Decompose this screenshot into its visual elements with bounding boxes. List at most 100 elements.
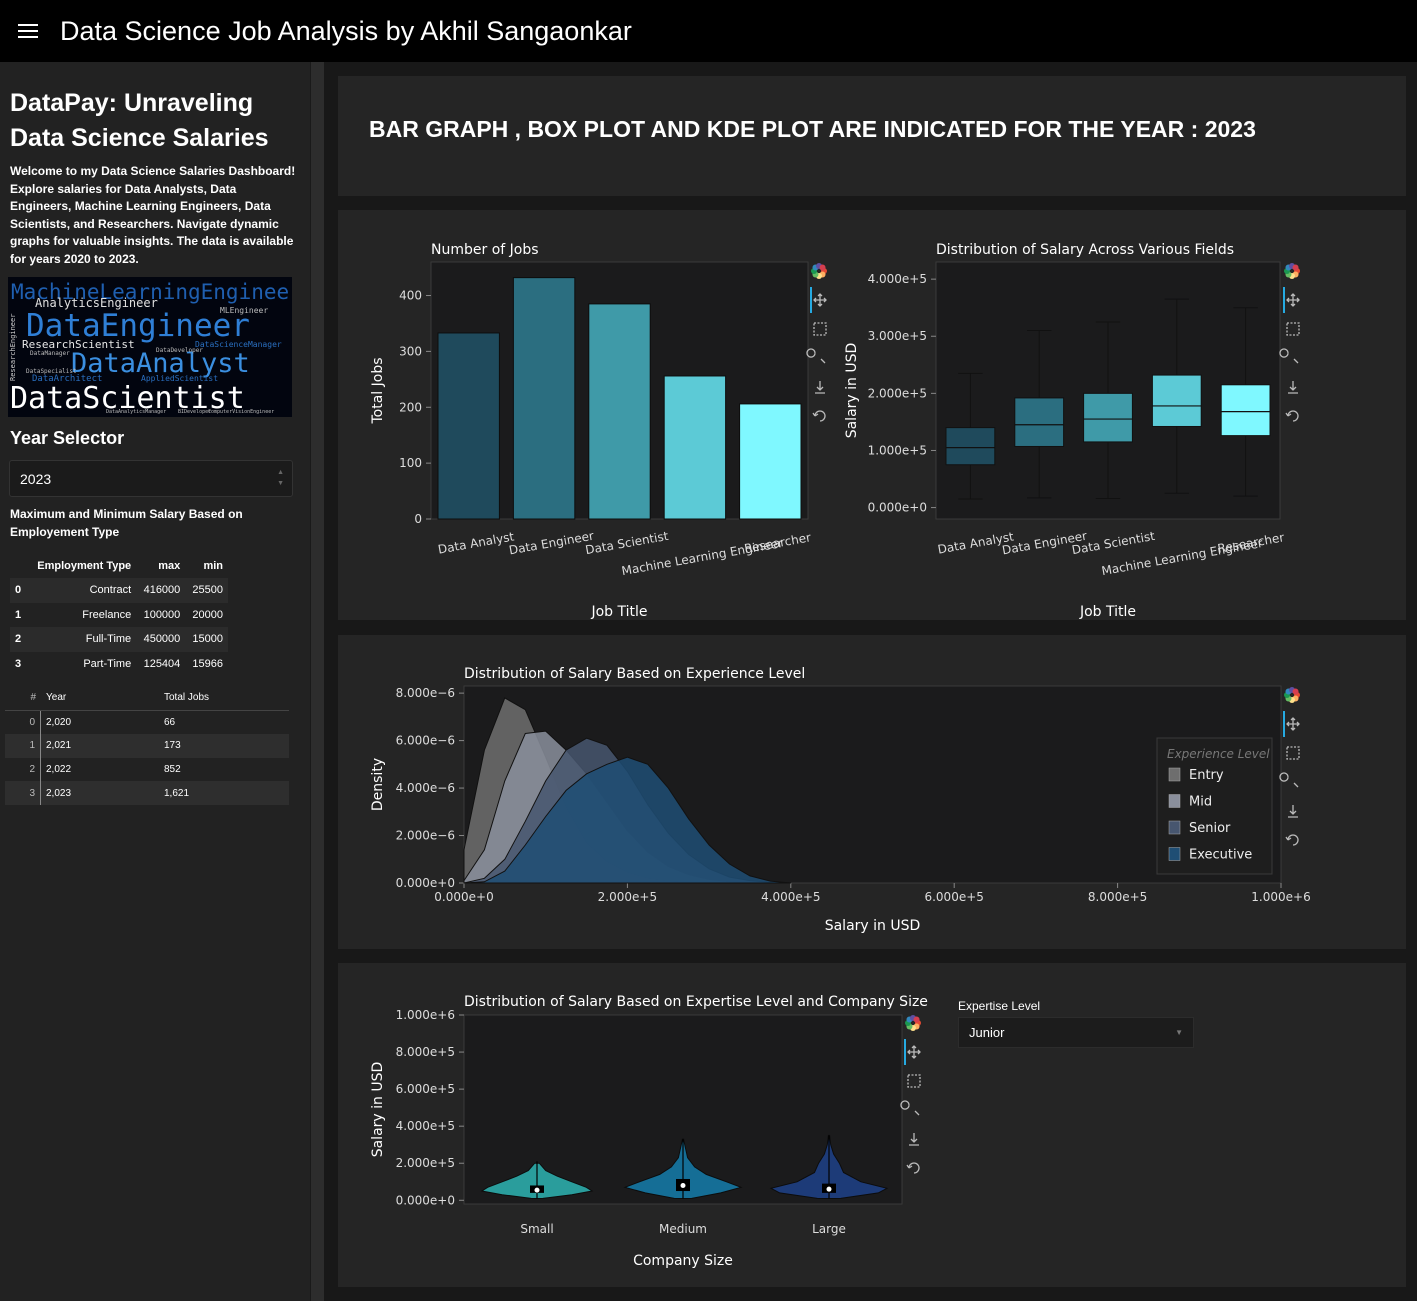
x-tick-label: Data Analyst <box>437 529 516 556</box>
x-tick-label: 2.000e+5 <box>598 890 657 904</box>
violin-median <box>680 1182 686 1188</box>
table-header: Employment Type <box>37 560 132 572</box>
bar-and-box-charts: Number of Jobs0100200300400Data AnalystD… <box>370 242 1300 620</box>
reset-icon <box>1285 410 1299 422</box>
bar <box>512 277 576 520</box>
table-cell: Full-Time <box>26 627 137 652</box>
bokeh-logo-icon <box>819 264 826 271</box>
reset-icon <box>906 1162 920 1174</box>
box <box>1220 384 1271 437</box>
table-cell: 125404 <box>143 657 181 670</box>
wordcloud-word: DataAnalyticsManager <box>106 409 167 415</box>
save-icon <box>815 381 825 394</box>
x-tick-label: Medium <box>659 1222 707 1236</box>
x-tick-label: 6.000e+5 <box>924 890 983 904</box>
chart-toolbar[interactable] <box>806 263 827 422</box>
legend-swatch <box>1168 847 1181 861</box>
table-cell: 852 <box>164 764 181 776</box>
y-tick-label: 400 <box>399 289 422 303</box>
x-tick-label: Data Engineer <box>508 529 595 558</box>
table-row[interactable]: 1 2,021 173 <box>5 734 289 758</box>
wheel-zoom-icon <box>1279 772 1299 788</box>
x-tick-label: 8.000e+5 <box>1088 890 1147 904</box>
table-cell: Part-Time <box>83 657 132 670</box>
table-header-row: # Year Total Jobs <box>5 686 289 710</box>
violin-median <box>534 1187 540 1193</box>
year-selector-input[interactable]: 2023 ▲ ▼ <box>9 460 293 497</box>
chart-toolbar[interactable] <box>1279 687 1300 846</box>
app-title: Data Science Job Analysis by Akhil Sanga… <box>60 15 632 46</box>
x-tick-label: Researcher <box>743 530 812 555</box>
box-zoom-icon <box>1286 746 1300 760</box>
box <box>945 427 996 466</box>
x-tick-label: 4.000e+5 <box>761 890 820 904</box>
bokeh-logo-icon <box>1292 264 1299 271</box>
kde-chart: Distribution of Salary Based on Experien… <box>370 666 1311 934</box>
save-icon <box>909 1133 919 1146</box>
table-row: 2 Full-Time 450000 15000 <box>10 627 228 652</box>
year-banner: BAR GRAPH , BOX PLOT AND KDE PLOT ARE IN… <box>338 76 1406 196</box>
app-header: Data Science Job Analysis by Akhil Sanga… <box>0 0 1417 62</box>
active-tool-indicator <box>810 287 812 313</box>
table-cell: 3 <box>15 657 22 670</box>
table-cell: 450000 <box>136 627 186 652</box>
x-tick-label: 1.000e+6 <box>1251 890 1310 904</box>
wordcloud-word: DataAnalyst <box>71 348 250 379</box>
table-row: 0 Contract 416000 25500 <box>10 578 228 603</box>
x-tick-label: 0.000e+0 <box>434 890 493 904</box>
expertise-level-label: Expertise Level <box>958 999 1041 1013</box>
box <box>1151 374 1202 427</box>
bokeh-logo-icon <box>1292 688 1299 695</box>
menu-icon[interactable] <box>18 20 38 42</box>
year-selector-label: Year Selector <box>10 428 125 448</box>
bokeh-logo-icon <box>913 1016 920 1023</box>
y-tick-label: 100 <box>399 456 422 470</box>
legend-swatch <box>1168 794 1181 808</box>
table-cell: 173 <box>164 740 181 752</box>
x-tick-label: Data Scientist <box>584 529 669 557</box>
legend-swatch <box>1168 820 1181 835</box>
bar <box>588 303 651 520</box>
y-tick-label: 2.000e+5 <box>868 386 927 400</box>
minmax-title: Maximum and Minimum Salary Based on Empl… <box>10 507 243 539</box>
box-zoom-icon <box>1286 322 1300 336</box>
y-tick-label: 0 <box>414 512 422 526</box>
table-cell: 1 <box>5 734 41 758</box>
y-tick-label: 2.000e−6 <box>396 829 455 843</box>
table-header: Total Jobs <box>164 692 210 704</box>
table-cell: 1,621 <box>164 787 190 799</box>
table-row[interactable]: 2 2,022 852 <box>5 757 289 782</box>
year-jobs-table: # Year Total Jobs 0 2,020 66 1 2,021 173… <box>5 686 289 805</box>
wordcloud-word: ResearchEngineer <box>9 313 17 381</box>
wheel-zoom-icon <box>900 1100 920 1116</box>
y-tick-label: 8.000e+5 <box>396 1045 455 1059</box>
legend-label: Mid <box>1189 795 1212 810</box>
employment-salary-table: Employment Type max min 0 Contract 41600… <box>10 554 228 676</box>
y-tick-label: 6.000e+5 <box>396 1082 455 1096</box>
box-zoom-icon <box>907 1074 921 1088</box>
year-spinner[interactable]: ▲ ▼ <box>277 467 284 489</box>
y-tick-label: 1.000e+6 <box>396 1008 455 1022</box>
sidebar-title: DataPay: Unraveling Data Science Salarie… <box>10 89 269 152</box>
sidebar-scrollbar[interactable] <box>310 62 324 1301</box>
table-header: # <box>30 692 36 704</box>
chart-toolbar[interactable] <box>1279 263 1300 422</box>
experience-kde-panel: Distribution of Salary Based on Experien… <box>338 635 1406 949</box>
table-cell: Contract <box>26 578 137 603</box>
y-tick-label: 4.000e−6 <box>396 781 455 795</box>
legend-label: Entry <box>1189 768 1224 783</box>
table-cell: 20000 <box>192 608 223 621</box>
y-tick-label: 4.000e+5 <box>396 1119 455 1133</box>
y-axis-label: Salary in USD <box>370 1062 386 1158</box>
table-row[interactable]: 0 2,020 66 <box>5 710 289 735</box>
expertise-level-select[interactable]: Junior ▼ <box>958 1017 1194 1048</box>
chart-title: Distribution of Salary Based on Expertis… <box>464 994 928 1010</box>
table-row[interactable]: 3 2,023 1,621 <box>5 781 289 805</box>
bar <box>739 403 802 520</box>
chart-toolbar[interactable] <box>900 1015 921 1174</box>
active-tool-indicator <box>1283 711 1285 737</box>
table-cell: 2,021 <box>46 740 72 752</box>
chart-title: Number of Jobs <box>431 242 539 258</box>
y-tick-label: 4.000e+5 <box>868 272 927 286</box>
table-row: 3 Part-Time 125404 15966 <box>10 652 228 677</box>
